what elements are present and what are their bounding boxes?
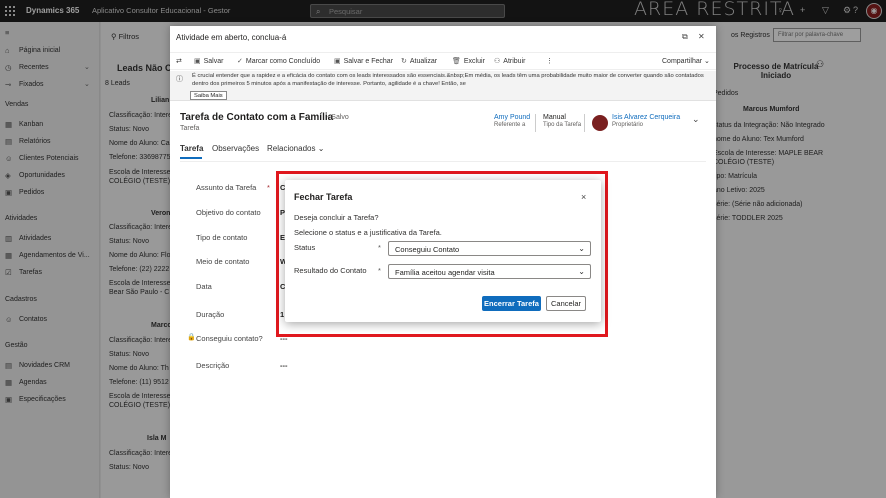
result-value: Família aceitou agendar visita: [395, 268, 495, 277]
close-icon[interactable]: ✕: [698, 32, 705, 41]
status-select[interactable]: Conseguiu Contato ⌄: [388, 241, 591, 256]
save-icon: ▣: [334, 58, 341, 65]
field-value-description[interactable]: ---: [280, 361, 288, 370]
assign-button[interactable]: ⚇ Atribuir: [494, 57, 525, 65]
chevron-down-icon: ⌄: [578, 267, 585, 276]
lock-icon: 🔒: [187, 334, 196, 341]
save-close-button[interactable]: ▣ Salvar e Fechar: [334, 57, 393, 65]
field-label-duration: Duração: [196, 310, 225, 319]
result-select[interactable]: Família aceitou agendar visita ⌄: [388, 264, 591, 279]
dialog-question: Deseja concluir a Tarefa?: [294, 213, 379, 222]
field-label-contacted: Conseguiu contato?: [196, 334, 263, 343]
info-icon: ⓘ: [176, 76, 183, 83]
save-button[interactable]: ▣ Salvar: [194, 57, 223, 65]
tab-task[interactable]: Tarefa: [180, 144, 203, 153]
task-type-label: Tipo da Tarefa: [543, 122, 582, 128]
chevron-down-icon[interactable]: ⌄: [692, 114, 700, 125]
more-commands-icon[interactable]: ⋮: [546, 57, 553, 65]
owner-label: Proprietário: [612, 122, 644, 128]
owner-avatar: [592, 115, 608, 131]
status-label: Status: [294, 243, 316, 252]
field-label-date: Data: [196, 282, 212, 291]
panel-title: Atividade em aberto, conclua-á: [176, 33, 287, 42]
save-status: - Salvo: [327, 114, 349, 121]
tab-notes[interactable]: Observações: [212, 144, 259, 153]
required-marker: *: [378, 243, 381, 252]
tab-related[interactable]: Relacionados ⌄: [267, 144, 324, 153]
header-field-task-type: Manual Tipo da Tarefa: [543, 114, 581, 128]
command-bar: ⇄ ▣ Salvar ✓ Marcar como Concluído ▣ Salvar…: [170, 52, 716, 70]
close-task-button[interactable]: Encerrar Tarefa: [482, 296, 541, 311]
regarding-label: Referente a: [494, 122, 526, 128]
field-label-description: Descrição: [196, 361, 230, 370]
divider: [584, 114, 585, 132]
refresh-button[interactable]: ↻ Atualizar: [401, 57, 437, 65]
cancel-button[interactable]: Cancelar: [546, 296, 586, 311]
entity-name: Tarefa: [180, 125, 200, 132]
record-title: Tarefa de Contato com a Família: [180, 112, 334, 123]
field-label-subject: Assunto da Tarefa: [196, 183, 257, 192]
back-icon[interactable]: ⇄: [176, 57, 182, 65]
learn-more-button[interactable]: Saiba Mais: [190, 91, 227, 100]
task-type-value: Manual: [543, 114, 566, 121]
check-icon: ✓: [237, 58, 243, 65]
trash-icon: 🗑: [452, 58, 461, 65]
regarding-value[interactable]: Amy Pound: [494, 114, 530, 121]
notification-bar: ⓘ É crucial entender que a rapidez e a e…: [170, 71, 716, 101]
save-icon: ▣: [194, 58, 201, 65]
person-icon: ⚇: [494, 58, 501, 65]
share-button[interactable]: Compartilhar ⌄: [662, 57, 710, 65]
required-marker: *: [267, 183, 270, 192]
owner-value[interactable]: Isis Alvarez Cerqueira: [612, 114, 680, 121]
chevron-down-icon: ⌄: [704, 58, 710, 65]
field-label-contact-medium: Meio de contato: [196, 257, 250, 266]
close-icon[interactable]: ×: [581, 192, 586, 202]
result-label: Resultado do Contato: [294, 266, 367, 275]
dialog-title: Fechar Tarefa: [294, 192, 353, 202]
status-value: Conseguiu Contato: [395, 245, 460, 254]
active-tab-indicator: [180, 157, 202, 159]
divider: [180, 161, 706, 162]
expand-icon[interactable]: ⧉: [682, 32, 688, 42]
header-field-owner[interactable]: Isis Alvarez Cerqueira Proprietário: [612, 114, 680, 128]
refresh-icon: ↻: [401, 58, 407, 65]
mark-complete-button[interactable]: ✓ Marcar como Concluído: [237, 57, 320, 65]
required-marker: *: [378, 266, 381, 275]
close-task-dialog: Fechar Tarefa × Deseja concluir a Tarefa…: [285, 180, 601, 322]
field-label-contact-type: Tipo de contato: [196, 233, 248, 242]
divider: [535, 114, 536, 132]
notice-text: É crucial entender que a rapidez e a efi…: [192, 73, 704, 87]
chevron-down-icon: ⌄: [578, 244, 585, 253]
delete-button[interactable]: 🗑 Excluir: [452, 57, 485, 65]
chevron-down-icon: ⌄: [317, 144, 325, 153]
dialog-instruction: Selecione o status e a justificativa da …: [294, 228, 442, 237]
header-field-regarding[interactable]: Amy Pound Referente a: [494, 114, 530, 128]
field-label-objective: Objetivo do contato: [196, 208, 261, 217]
